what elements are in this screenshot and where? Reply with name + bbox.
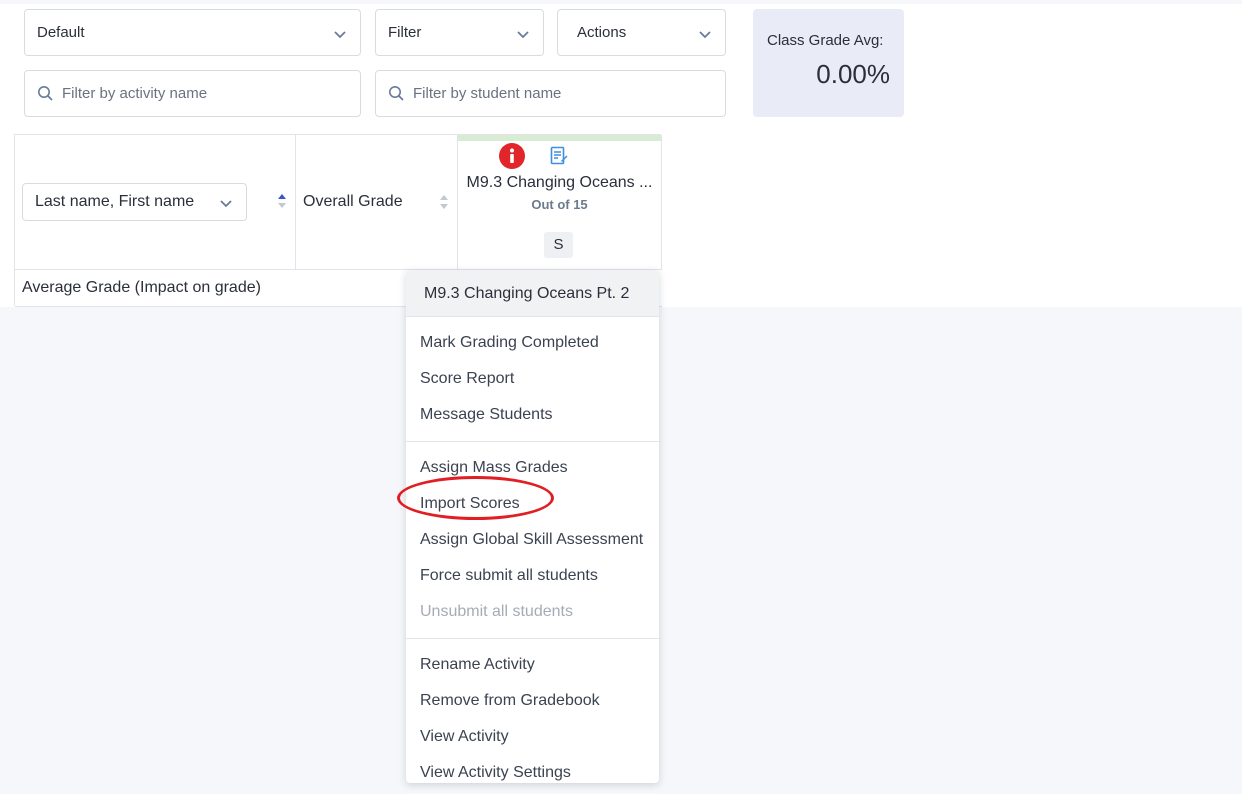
document-edit-icon[interactable] xyxy=(550,146,568,166)
actions-select[interactable]: Actions xyxy=(557,9,726,56)
menu-item-import-scores[interactable]: Import Scores xyxy=(406,486,659,522)
menu-item-mark-grading-completed[interactable]: Mark Grading Completed xyxy=(406,325,659,361)
view-select[interactable]: Default xyxy=(24,9,361,56)
chevron-down-icon xyxy=(517,31,529,39)
chevron-down-icon xyxy=(220,200,232,208)
activity-context-menu: M9.3 Changing Oceans Pt. 2 Mark Grading … xyxy=(406,270,659,783)
sort-icon[interactable] xyxy=(277,192,287,210)
class-grade-average-card: Class Grade Avg: 0.00% xyxy=(753,9,904,117)
student-search-input[interactable] xyxy=(413,85,693,102)
filter-select[interactable]: Filter xyxy=(375,9,544,56)
search-icon xyxy=(38,86,53,101)
activity-status-bar xyxy=(458,135,661,141)
activity-type-badge: S xyxy=(544,232,573,258)
search-icon xyxy=(389,86,404,101)
sort-icon[interactable] xyxy=(439,193,449,211)
activity-search-input[interactable] xyxy=(62,85,342,102)
class-grade-average-label: Class Grade Avg: xyxy=(767,32,884,49)
menu-item-assign-global-skill-assessment[interactable]: Assign Global Skill Assessment xyxy=(406,522,659,558)
context-menu-group: Mark Grading Completed Score Report Mess… xyxy=(406,317,659,442)
filter-select-value: Filter xyxy=(388,24,422,41)
overall-grade-label: Overall Grade xyxy=(303,193,403,210)
student-search[interactable] xyxy=(375,70,726,117)
chevron-down-icon xyxy=(699,31,711,39)
context-menu-group: Assign Mass Grades Import Scores Assign … xyxy=(406,442,659,639)
context-menu-header: M9.3 Changing Oceans Pt. 2 xyxy=(406,270,659,317)
context-menu-group: Rename Activity Remove from Gradebook Vi… xyxy=(406,639,659,794)
activity-column-header[interactable]: M9.3 Changing Oceans ... Out of 15 S xyxy=(458,135,662,270)
chevron-down-icon xyxy=(334,31,346,39)
menu-item-assign-mass-grades[interactable]: Assign Mass Grades xyxy=(406,450,659,486)
info-icon[interactable] xyxy=(499,143,525,169)
menu-item-unsubmit-all-students: Unsubmit all students xyxy=(420,603,573,620)
activity-search[interactable] xyxy=(24,70,361,117)
view-select-value: Default xyxy=(37,24,85,41)
activity-title: M9.3 Changing Oceans ... xyxy=(466,174,653,191)
class-grade-average-value: 0.00% xyxy=(816,59,890,89)
overall-grade-column-header: Overall Grade xyxy=(296,135,458,270)
name-sort-select-value: Last name, First name xyxy=(35,193,195,210)
name-sort-select[interactable]: Last name, First name xyxy=(22,183,247,221)
activity-max-score: Out of 15 xyxy=(531,197,588,212)
menu-item-view-activity[interactable]: View Activity xyxy=(406,719,659,755)
menu-item-rename-activity[interactable]: Rename Activity xyxy=(406,647,659,683)
average-grade-row-label: Average Grade (Impact on grade) xyxy=(22,279,261,296)
menu-item-force-submit-all-students[interactable]: Force submit all students xyxy=(406,558,659,594)
student-name-column-header: Last name, First name xyxy=(15,135,296,270)
menu-item-remove-from-gradebook[interactable]: Remove from Gradebook xyxy=(406,683,659,719)
menu-item-score-report[interactable]: Score Report xyxy=(406,361,659,397)
menu-item-view-activity-settings[interactable]: View Activity Settings xyxy=(406,755,659,791)
menu-item-message-students[interactable]: Message Students xyxy=(406,397,659,433)
actions-select-value: Actions xyxy=(577,24,627,41)
